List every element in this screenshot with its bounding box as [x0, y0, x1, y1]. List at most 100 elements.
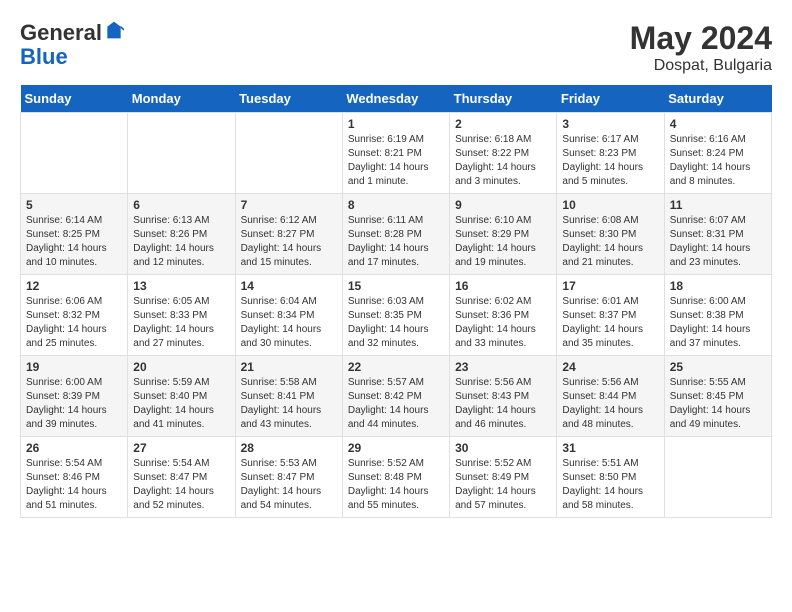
day-info: Sunrise: 6:02 AM Sunset: 8:36 PM Dayligh…: [455, 295, 551, 351]
day-number: 17: [562, 279, 658, 293]
logo-general-text: General: [20, 20, 102, 45]
logo: General Blue: [20, 20, 124, 69]
calendar-cell: 12 Sunrise: 6:06 AM Sunset: 8:32 PM Dayli…: [21, 275, 128, 356]
day-number: 3: [562, 117, 658, 131]
day-info: Sunrise: 5:59 AM Sunset: 8:40 PM Dayligh…: [133, 376, 229, 432]
day-number: 30: [455, 441, 551, 455]
day-number: 13: [133, 279, 229, 293]
day-number: 18: [670, 279, 766, 293]
calendar-cell: [21, 113, 128, 194]
calendar-cell: 5 Sunrise: 6:14 AM Sunset: 8:25 PM Daylig…: [21, 194, 128, 275]
calendar-week-row: 19 Sunrise: 6:00 AM Sunset: 8:39 PM Dayli…: [21, 356, 772, 437]
day-number: 4: [670, 117, 766, 131]
calendar-cell: 14 Sunrise: 6:04 AM Sunset: 8:34 PM Dayli…: [235, 275, 342, 356]
calendar-cell: 13 Sunrise: 6:05 AM Sunset: 8:33 PM Dayli…: [128, 275, 235, 356]
weekday-header-wednesday: Wednesday: [342, 85, 449, 113]
calendar-cell: 6 Sunrise: 6:13 AM Sunset: 8:26 PM Daylig…: [128, 194, 235, 275]
day-number: 11: [670, 198, 766, 212]
day-number: 7: [241, 198, 337, 212]
day-number: 2: [455, 117, 551, 131]
calendar-week-row: 12 Sunrise: 6:06 AM Sunset: 8:32 PM Dayli…: [21, 275, 772, 356]
day-info: Sunrise: 5:54 AM Sunset: 8:46 PM Dayligh…: [26, 457, 122, 513]
calendar-cell: 21Sunrise: 5:58 AM Sunset: 8:41 PM Dayli…: [235, 356, 342, 437]
calendar-cell: 17Sunrise: 6:01 AM Sunset: 8:37 PM Dayli…: [557, 275, 664, 356]
day-number: 10: [562, 198, 658, 212]
day-info: Sunrise: 6:18 AM Sunset: 8:22 PM Dayligh…: [455, 133, 551, 189]
calendar-cell: 26Sunrise: 5:54 AM Sunset: 8:46 PM Dayli…: [21, 437, 128, 518]
calendar-cell: 24 Sunrise: 5:56 AM Sunset: 8:44 PM Dayli…: [557, 356, 664, 437]
weekday-header-saturday: Saturday: [664, 85, 771, 113]
calendar-cell: 19 Sunrise: 6:00 AM Sunset: 8:39 PM Dayli…: [21, 356, 128, 437]
calendar-cell: 9 Sunrise: 6:10 AM Sunset: 8:29 PM Daylig…: [450, 194, 557, 275]
calendar-cell: 22 Sunrise: 5:57 AM Sunset: 8:42 PM Dayli…: [342, 356, 449, 437]
day-info: Sunrise: 5:52 AM Sunset: 8:49 PM Dayligh…: [455, 457, 551, 513]
day-number: 5: [26, 198, 122, 212]
calendar-cell: [664, 437, 771, 518]
day-info: Sunrise: 5:58 AM Sunset: 8:41 PM Dayligh…: [241, 376, 337, 432]
calendar-cell: 30 Sunrise: 5:52 AM Sunset: 8:49 PM Dayli…: [450, 437, 557, 518]
day-number: 19: [26, 360, 122, 374]
calendar-cell: [235, 113, 342, 194]
day-info: Sunrise: 6:11 AM Sunset: 8:28 PM Dayligh…: [348, 214, 444, 270]
calendar-cell: 11Sunrise: 6:07 AM Sunset: 8:31 PM Dayli…: [664, 194, 771, 275]
day-number: 6: [133, 198, 229, 212]
calendar-cell: 8 Sunrise: 6:11 AM Sunset: 8:28 PM Daylig…: [342, 194, 449, 275]
calendar-cell: 31Sunrise: 5:51 AM Sunset: 8:50 PM Dayli…: [557, 437, 664, 518]
day-info: Sunrise: 6:04 AM Sunset: 8:34 PM Dayligh…: [241, 295, 337, 351]
day-info: Sunrise: 5:54 AM Sunset: 8:47 PM Dayligh…: [133, 457, 229, 513]
day-info: Sunrise: 6:03 AM Sunset: 8:35 PM Dayligh…: [348, 295, 444, 351]
day-info: Sunrise: 5:53 AM Sunset: 8:47 PM Dayligh…: [241, 457, 337, 513]
calendar-week-row: 5 Sunrise: 6:14 AM Sunset: 8:25 PM Daylig…: [21, 194, 772, 275]
day-info: Sunrise: 6:00 AM Sunset: 8:39 PM Dayligh…: [26, 376, 122, 432]
weekday-header-monday: Monday: [128, 85, 235, 113]
calendar-cell: 18Sunrise: 6:00 AM Sunset: 8:38 PM Dayli…: [664, 275, 771, 356]
day-number: 27: [133, 441, 229, 455]
day-info: Sunrise: 5:51 AM Sunset: 8:50 PM Dayligh…: [562, 457, 658, 513]
day-number: 1: [348, 117, 444, 131]
calendar-cell: 15Sunrise: 6:03 AM Sunset: 8:35 PM Dayli…: [342, 275, 449, 356]
day-number: 24: [562, 360, 658, 374]
day-info: Sunrise: 6:13 AM Sunset: 8:26 PM Dayligh…: [133, 214, 229, 270]
day-number: 28: [241, 441, 337, 455]
page-header: General Blue May 2024 Dospat, Bulgaria: [20, 20, 772, 75]
calendar-cell: 16 Sunrise: 6:02 AM Sunset: 8:36 PM Dayli…: [450, 275, 557, 356]
day-number: 9: [455, 198, 551, 212]
day-number: 20: [133, 360, 229, 374]
calendar-cell: [128, 113, 235, 194]
logo-blue-text: Blue: [20, 44, 68, 69]
day-number: 29: [348, 441, 444, 455]
calendar-cell: 1 Sunrise: 6:19 AM Sunset: 8:21 PM Daylig…: [342, 113, 449, 194]
day-info: Sunrise: 6:05 AM Sunset: 8:33 PM Dayligh…: [133, 295, 229, 351]
day-info: Sunrise: 6:14 AM Sunset: 8:25 PM Dayligh…: [26, 214, 122, 270]
calendar-cell: 4 Sunrise: 6:16 AM Sunset: 8:24 PM Daylig…: [664, 113, 771, 194]
calendar-week-row: 1 Sunrise: 6:19 AM Sunset: 8:21 PM Daylig…: [21, 113, 772, 194]
calendar-cell: 10Sunrise: 6:08 AM Sunset: 8:30 PM Dayli…: [557, 194, 664, 275]
day-number: 25: [670, 360, 766, 374]
weekday-header-tuesday: Tuesday: [235, 85, 342, 113]
location-subtitle: Dospat, Bulgaria: [630, 57, 772, 75]
day-info: Sunrise: 6:06 AM Sunset: 8:32 PM Dayligh…: [26, 295, 122, 351]
day-info: Sunrise: 6:17 AM Sunset: 8:23 PM Dayligh…: [562, 133, 658, 189]
day-info: Sunrise: 6:16 AM Sunset: 8:24 PM Dayligh…: [670, 133, 766, 189]
calendar-cell: 27 Sunrise: 5:54 AM Sunset: 8:47 PM Dayli…: [128, 437, 235, 518]
day-info: Sunrise: 5:57 AM Sunset: 8:42 PM Dayligh…: [348, 376, 444, 432]
weekday-header-thursday: Thursday: [450, 85, 557, 113]
weekday-header-row: SundayMondayTuesdayWednesdayThursdayFrid…: [21, 85, 772, 113]
day-number: 14: [241, 279, 337, 293]
calendar-cell: 20 Sunrise: 5:59 AM Sunset: 8:40 PM Dayli…: [128, 356, 235, 437]
calendar-cell: 23Sunrise: 5:56 AM Sunset: 8:43 PM Dayli…: [450, 356, 557, 437]
day-info: Sunrise: 5:55 AM Sunset: 8:45 PM Dayligh…: [670, 376, 766, 432]
weekday-header-friday: Friday: [557, 85, 664, 113]
day-number: 8: [348, 198, 444, 212]
day-info: Sunrise: 5:56 AM Sunset: 8:43 PM Dayligh…: [455, 376, 551, 432]
calendar-week-row: 26Sunrise: 5:54 AM Sunset: 8:46 PM Dayli…: [21, 437, 772, 518]
calendar-table: SundayMondayTuesdayWednesdayThursdayFrid…: [20, 85, 772, 518]
calendar-cell: 25 Sunrise: 5:55 AM Sunset: 8:45 PM Dayli…: [664, 356, 771, 437]
day-info: Sunrise: 6:19 AM Sunset: 8:21 PM Dayligh…: [348, 133, 444, 189]
day-info: Sunrise: 6:10 AM Sunset: 8:29 PM Dayligh…: [455, 214, 551, 270]
day-info: Sunrise: 5:56 AM Sunset: 8:44 PM Dayligh…: [562, 376, 658, 432]
day-number: 12: [26, 279, 122, 293]
weekday-header-sunday: Sunday: [21, 85, 128, 113]
day-number: 16: [455, 279, 551, 293]
day-number: 22: [348, 360, 444, 374]
